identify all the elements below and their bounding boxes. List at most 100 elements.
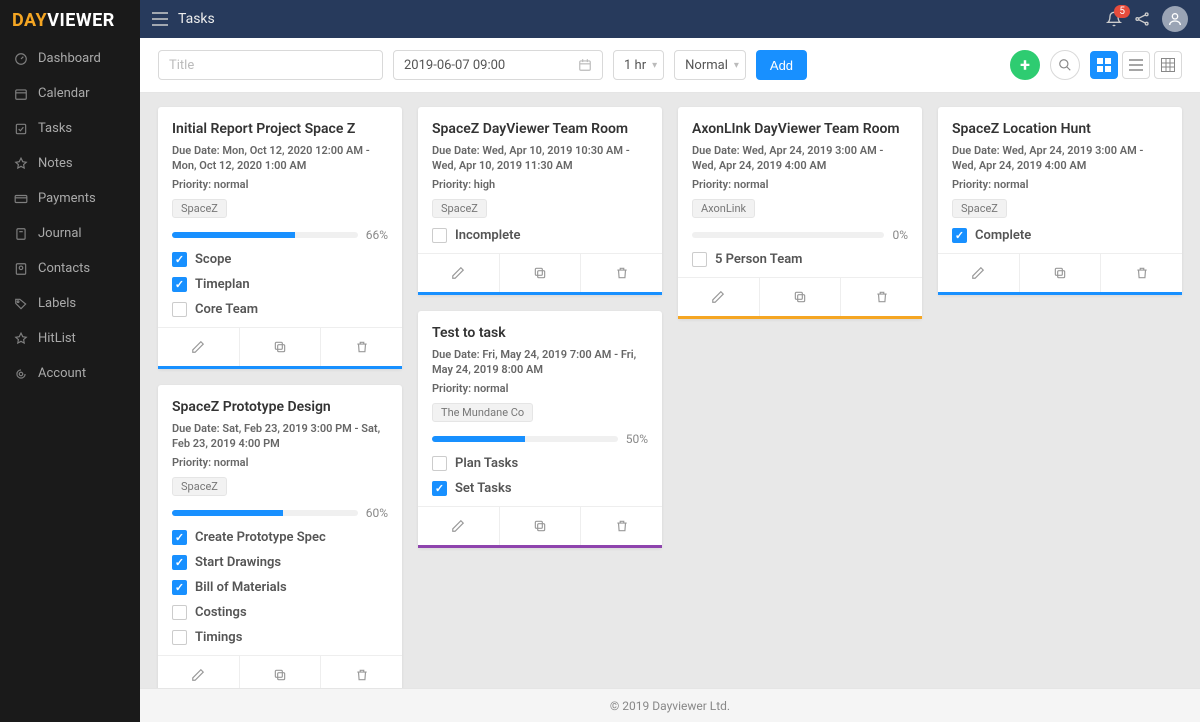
copy-icon [273,668,287,682]
card-tag[interactable]: SpaceZ [952,199,1007,218]
view-table-button[interactable] [1154,51,1182,79]
checkbox[interactable]: ✓ [172,530,187,545]
edit-button[interactable] [158,656,239,688]
view-grid-button[interactable] [1090,51,1118,79]
duplicate-button[interactable] [759,278,841,316]
share-icon[interactable] [1134,11,1150,27]
checklist-item[interactable]: 5 Person Team [692,252,908,267]
checklist-item[interactable]: ✓ Set Tasks [432,481,648,496]
card-title: Initial Report Project Space Z [172,121,388,137]
duration-select[interactable]: 1 hr ▾ [613,50,664,80]
card-tag[interactable]: The Mundane Co [432,403,533,422]
checkbox[interactable] [172,630,187,645]
dashboard-icon [14,52,28,66]
view-toggles [1090,51,1182,79]
card-tag[interactable]: SpaceZ [172,199,227,218]
checkbox[interactable]: ✓ [952,228,967,243]
task-card[interactable]: SpaceZ Location HuntDue Date: Wed, Apr 2… [938,107,1182,295]
edit-button[interactable] [938,254,1019,292]
logo: DAYVIEWER [0,0,140,41]
checkbox[interactable] [172,302,187,317]
notes-icon [14,157,28,171]
task-card[interactable]: SpaceZ DayViewer Team RoomDue Date: Wed,… [418,107,662,295]
checklist-item[interactable]: ✓Scope [172,252,388,267]
card-due-date: Due Date: Fri, May 24, 2019 7:00 AM - Fr… [432,347,648,378]
priority-select[interactable]: Normal ▾ [674,50,746,80]
trash-icon [355,340,369,354]
date-input[interactable]: 2019-06-07 09:00 [393,50,603,80]
view-list-button[interactable] [1122,51,1150,79]
sidebar-item-label: Account [38,366,86,381]
checkbox[interactable]: ✓ [432,481,447,496]
title-input[interactable]: Title [158,50,383,80]
card-due-date: Due Date: Mon, Oct 12, 2020 12:00 AM - M… [172,143,388,174]
checklist-item[interactable]: Timings [172,630,388,645]
notifications-button[interactable]: 5 [1106,11,1122,27]
duplicate-button[interactable] [239,656,321,688]
checkbox[interactable] [432,228,447,243]
checkbox[interactable]: ✓ [172,555,187,570]
card-tag[interactable]: AxonLink [692,199,755,218]
delete-button[interactable] [320,656,402,688]
task-card[interactable]: AxonLInk DayViewer Team RoomDue Date: We… [678,107,922,319]
checkbox[interactable] [172,605,187,620]
sidebar-item-dashboard[interactable]: Dashboard [0,41,140,76]
sidebar-item-journal[interactable]: Journal [0,216,140,251]
delete-button[interactable] [1100,254,1182,292]
checklist-item[interactable]: ✓Create Prototype Spec [172,530,388,545]
task-card[interactable]: Initial Report Project Space Z Due Date: … [158,107,402,369]
sidebar-item-contacts[interactable]: Contacts [0,251,140,286]
sidebar-item-tasks[interactable]: Tasks [0,111,140,146]
trash-icon [875,290,889,304]
search-button[interactable] [1050,50,1080,80]
journal-icon [14,227,28,241]
title-placeholder: Title [169,58,194,73]
sidebar-item-payments[interactable]: Payments [0,181,140,216]
edit-icon [191,340,205,354]
checklist-label: Set Tasks [455,481,512,496]
avatar[interactable] [1162,6,1188,32]
sidebar-item-calendar[interactable]: Calendar [0,76,140,111]
checklist-item[interactable]: Plan Tasks [432,456,648,471]
duplicate-button[interactable] [499,507,581,545]
edit-button[interactable] [418,507,499,545]
card-actions [418,506,662,545]
menu-toggle-icon[interactable] [152,12,168,26]
checklist-item[interactable]: ✓Timeplan [172,277,388,292]
card-tag[interactable]: SpaceZ [172,477,227,496]
card-due-date: Due Date: Wed, Apr 10, 2019 10:30 AM - W… [432,143,648,174]
checkbox[interactable]: ✓ [172,252,187,267]
checklist-item[interactable]: Costings [172,605,388,620]
sidebar-item-labels[interactable]: Labels [0,286,140,321]
sidebar-item-notes[interactable]: Notes [0,146,140,181]
checklist-item[interactable]: Core Team [172,302,388,317]
checklist-item[interactable]: ✓Bill of Materials [172,580,388,595]
duplicate-button[interactable] [239,328,321,366]
duplicate-button[interactable] [1019,254,1101,292]
checkbox[interactable]: ✓ [172,277,187,292]
edit-button[interactable] [678,278,759,316]
add-button[interactable]: Add [756,50,807,80]
card-tag[interactable]: SpaceZ [432,199,487,218]
duplicate-button[interactable] [499,254,581,292]
new-button[interactable]: + [1010,50,1040,80]
checklist-item[interactable]: Incomplete [432,228,648,243]
sidebar-item-account[interactable]: Account [0,356,140,391]
checklist-label: Core Team [195,302,258,317]
checklist-item[interactable]: ✓Start Drawings [172,555,388,570]
delete-button[interactable] [320,328,402,366]
task-card[interactable]: Test to taskDue Date: Fri, May 24, 2019 … [418,311,662,548]
notification-badge: 5 [1114,5,1130,18]
sidebar-item-hitlist[interactable]: HitList [0,321,140,356]
edit-button[interactable] [418,254,499,292]
checklist-item[interactable]: ✓Complete [952,228,1168,243]
edit-button[interactable] [158,328,239,366]
delete-button[interactable] [840,278,922,316]
task-card[interactable]: SpaceZ Prototype DesignDue Date: Sat, Fe… [158,385,402,688]
card-accent [418,545,662,548]
delete-button[interactable] [580,254,662,292]
checkbox[interactable]: ✓ [172,580,187,595]
delete-button[interactable] [580,507,662,545]
checkbox[interactable] [432,456,447,471]
checkbox[interactable] [692,252,707,267]
